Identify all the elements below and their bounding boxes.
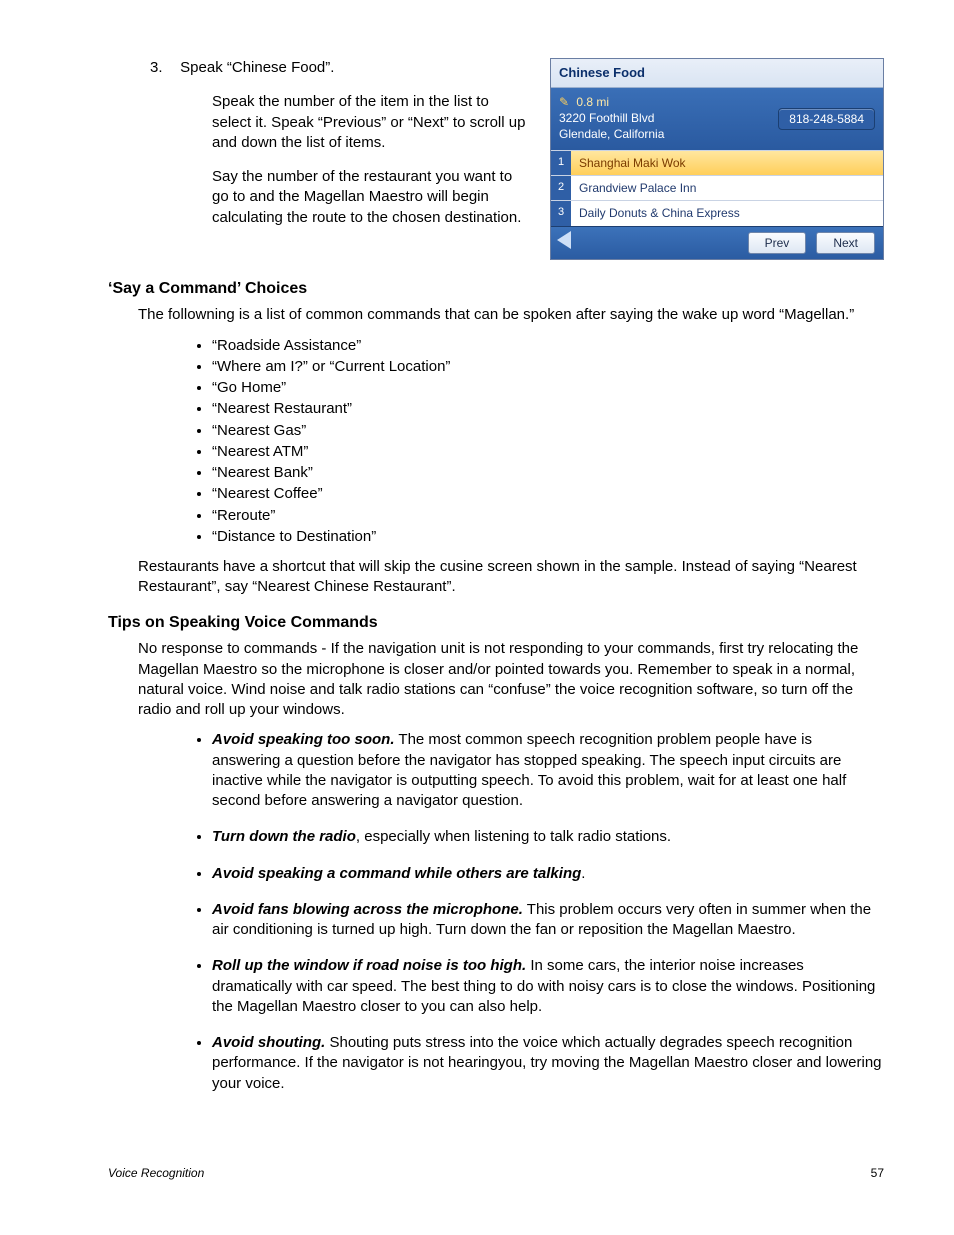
row-number: 2 (551, 176, 571, 200)
footer-page-number: 57 (871, 1165, 884, 1181)
device-toolbar: Prev Next (551, 226, 883, 259)
pencil-icon: ✎ (559, 95, 569, 109)
row-number: 3 (551, 201, 571, 225)
device-screenshot: Chinese Food ✎ 0.8 mi 3220 Foothill Blvd… (550, 58, 884, 260)
tip-lead: Avoid shouting. (212, 1034, 325, 1051)
prev-button[interactable]: Prev (748, 232, 807, 254)
device-info-panel: ✎ 0.8 mi 3220 Foothill Blvd Glendale, Ca… (551, 88, 883, 151)
list-item[interactable]: 3Daily Donuts & China Express (551, 200, 883, 225)
row-number: 1 (551, 151, 571, 175)
back-arrow-icon[interactable] (557, 231, 571, 249)
tip-lead: Avoid speaking a command while others ar… (212, 865, 581, 882)
tip-lead: Roll up the window if road noise is too … (212, 957, 526, 974)
phone-button[interactable]: 818-248-5884 (778, 108, 875, 130)
row-label: Shanghai Maki Wok (571, 151, 883, 175)
step-title: Speak “Chinese Food”. (180, 59, 334, 76)
tip-item: Avoid fans blowing across the microphone… (212, 900, 884, 941)
command-item: “Nearest Gas” (212, 421, 884, 441)
command-item: “Nearest Bank” (212, 463, 884, 483)
command-item: “Nearest Restaurant” (212, 399, 884, 419)
page-footer: Voice Recognition 57 (108, 1165, 884, 1181)
command-item: “Reroute” (212, 506, 884, 526)
step-number: 3. (150, 58, 176, 78)
step-paragraph: Say the number of the restaurant you wan… (212, 167, 530, 228)
list-item[interactable]: 1Shanghai Maki Wok (551, 150, 883, 175)
tip-lead: Avoid fans blowing across the microphone… (212, 901, 523, 918)
command-item: “Nearest Coffee” (212, 484, 884, 504)
section-intro: No response to commands - If the navigat… (138, 639, 884, 720)
distance-value: 0.8 mi (576, 95, 609, 109)
command-list: “Roadside Assistance”“Where am I?” or “C… (212, 336, 884, 548)
section-intro: The followning is a list of common comma… (138, 305, 884, 325)
tip-item: Avoid shouting. Shouting puts stress int… (212, 1033, 884, 1094)
row-label: Grandview Palace Inn (571, 176, 883, 200)
tip-text: . (581, 865, 585, 882)
numbered-step: 3. Speak “Chinese Food”. Speak the numbe… (108, 58, 530, 260)
tip-item: Roll up the window if road noise is too … (212, 956, 884, 1017)
section-note: Restaurants have a shortcut that will sk… (138, 557, 884, 598)
next-button[interactable]: Next (816, 232, 875, 254)
command-item: “Nearest ATM” (212, 442, 884, 462)
tip-item: Avoid speaking a command while others ar… (212, 864, 884, 884)
tip-lead: Turn down the radio (212, 828, 356, 845)
section-heading: ‘Say a Command’ Choices (108, 278, 884, 300)
command-item: “Distance to Destination” (212, 527, 884, 547)
row-label: Daily Donuts & China Express (571, 201, 883, 225)
tip-item: Avoid speaking too soon. The most common… (212, 730, 884, 811)
step-paragraph: Speak the number of the item in the list… (212, 92, 530, 153)
command-item: “Roadside Assistance” (212, 336, 884, 356)
tip-text: , especially when listening to talk radi… (356, 828, 671, 845)
tip-lead: Avoid speaking too soon. (212, 731, 395, 748)
tips-list: Avoid speaking too soon. The most common… (212, 730, 884, 1094)
command-item: “Where am I?” or “Current Location” (212, 357, 884, 377)
list-item[interactable]: 2Grandview Palace Inn (551, 175, 883, 200)
device-title: Chinese Food (551, 59, 883, 88)
command-item: “Go Home” (212, 378, 884, 398)
result-list: 1Shanghai Maki Wok2Grandview Palace Inn3… (551, 150, 883, 226)
section-heading: Tips on Speaking Voice Commands (108, 612, 884, 634)
footer-section: Voice Recognition (108, 1165, 204, 1181)
tip-item: Turn down the radio, especially when lis… (212, 827, 884, 847)
